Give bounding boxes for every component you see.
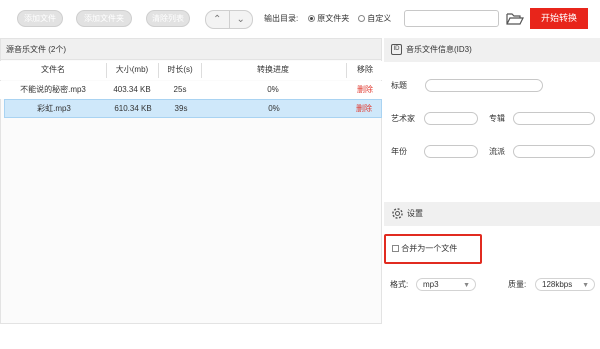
merge-option[interactable]: 合并为一个文件 (392, 244, 457, 254)
column-header: 文件名 (41, 65, 65, 74)
file-size: 610.34 KB (114, 104, 152, 113)
format-label: 格式: (390, 280, 409, 289)
chevron-up-icon[interactable]: ⌃ (206, 11, 229, 28)
artist-input[interactable] (424, 112, 478, 125)
genre-input[interactable] (513, 145, 595, 158)
column-divider (346, 63, 347, 78)
file-duration: 39s (174, 104, 188, 113)
column-header: 移除 (357, 65, 373, 74)
album-input[interactable] (513, 112, 595, 125)
file-name: 彩虹.mp3 (37, 104, 71, 113)
output-dir-label: 输出目录: (264, 14, 299, 23)
option-source-label: 原文件夹 (317, 14, 350, 23)
title-label: 标题 (391, 81, 407, 90)
file-duration: 25s (173, 85, 187, 94)
format-select[interactable]: mp3 ▼ (416, 278, 476, 291)
settings-title: 设置 (407, 209, 423, 218)
add-folder-button[interactable]: 添加文件夹 (76, 10, 132, 27)
option-source-folder[interactable]: 原文件夹 (308, 13, 349, 25)
chevron-down-icon: ▼ (463, 282, 470, 289)
column-header: 大小(mb) (115, 65, 149, 74)
id3-title: 音乐文件信息(ID3) (406, 45, 472, 54)
chevron-down-icon[interactable]: ⌄ (228, 11, 253, 28)
column-header: 转换进度 (257, 65, 289, 74)
table-row-selected[interactable]: 彩虹.mp3 610.34 KB 39s 0% 删除 (4, 99, 382, 118)
quality-select[interactable]: 128kbps ▼ (535, 278, 595, 291)
album-label: 专辑 (489, 114, 505, 123)
folder-open-icon[interactable] (506, 12, 524, 26)
settings-header: 设置 (384, 202, 600, 226)
table-row[interactable]: 不能说的秘密.mp3 403.34 KB 25s 0% 删除 (0, 81, 382, 99)
file-size: 403.34 KB (113, 85, 151, 94)
column-header: 时长(s) (167, 65, 193, 74)
chevron-down-icon: ▼ (582, 282, 589, 289)
id3-header: ID 音乐文件信息(ID3) (384, 38, 600, 62)
move-buttons: ⌃ ⌄ (205, 10, 253, 29)
quality-value: 128kbps (542, 280, 573, 289)
artist-label: 艺术家 (391, 114, 415, 123)
gear-icon (391, 207, 404, 220)
year-label: 年份 (391, 147, 407, 156)
output-path-input[interactable] (404, 10, 499, 27)
genre-label: 流派 (489, 147, 505, 156)
add-file-button[interactable]: 添加文件 (17, 10, 63, 27)
id-icon: ID (391, 44, 402, 55)
radio-custom-icon[interactable] (358, 15, 365, 23)
radio-source-icon[interactable] (308, 15, 315, 23)
option-custom-label: 自定义 (367, 14, 392, 23)
merge-checkbox[interactable] (392, 245, 399, 253)
option-custom-folder[interactable]: 自定义 (358, 13, 391, 25)
merge-label: 合并为一个文件 (401, 244, 458, 253)
delete-link[interactable]: 删除 (348, 81, 382, 99)
quality-label: 质量: (508, 280, 527, 289)
file-list-title: 源音乐文件 (2个) (6, 45, 66, 54)
column-divider (158, 63, 159, 78)
delete-link[interactable]: 删除 (349, 100, 379, 118)
format-value: mp3 (423, 280, 439, 289)
clear-list-button[interactable]: 清除列表 (146, 10, 190, 27)
column-divider (201, 63, 202, 78)
file-progress: 0% (268, 104, 280, 113)
file-name: 不能说的秘密.mp3 (20, 85, 86, 94)
table-header: 文件名 大小(mb) 时长(s) 转换进度 移除 (0, 61, 382, 80)
file-list-header: 源音乐文件 (2个) (0, 38, 382, 60)
start-convert-button[interactable]: 开始转换 (530, 8, 588, 29)
file-progress: 0% (267, 85, 279, 94)
title-input[interactable] (425, 79, 543, 92)
column-divider (106, 63, 107, 78)
year-input[interactable] (424, 145, 478, 158)
